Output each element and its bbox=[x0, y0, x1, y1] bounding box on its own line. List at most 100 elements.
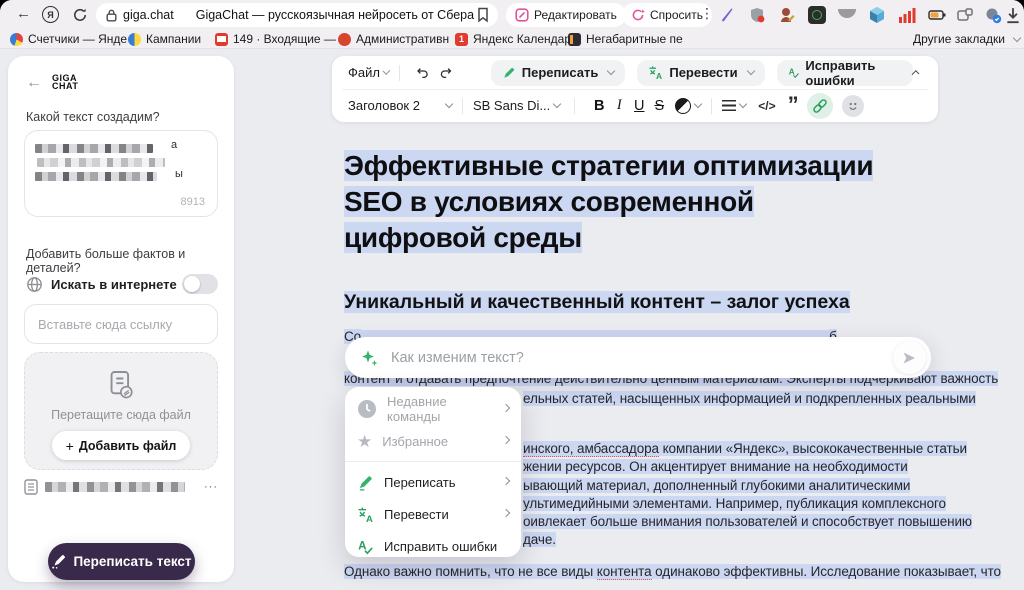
rewrite-button[interactable]: Переписать bbox=[491, 60, 626, 86]
menu-item-translate[interactable]: A Перевести bbox=[345, 498, 521, 530]
paragraph-line: оивлекает больше внимания пользователей … bbox=[523, 514, 972, 529]
globe-icon bbox=[26, 276, 43, 293]
paragraph-line: ывающий материал, дополненный глубокими … bbox=[523, 478, 910, 493]
strikethrough-button[interactable]: S bbox=[649, 98, 669, 114]
chevron-down-icon bbox=[445, 100, 453, 108]
bookmark-calendar[interactable]: 1Яндекс Календар bbox=[455, 32, 571, 46]
yandex-browser-icon[interactable]: Я bbox=[42, 6, 59, 23]
browser-toolbar: ← Я giga.chat GigaChat — русскоязычная н… bbox=[0, 0, 1024, 30]
chevron-right-icon bbox=[502, 403, 510, 411]
paragraph-line: Однако важно помнить, что не все виды ко… bbox=[344, 564, 1001, 579]
back-icon[interactable]: ← bbox=[16, 6, 31, 21]
translate-button[interactable]: A Перевести bbox=[637, 60, 764, 86]
link-input[interactable] bbox=[24, 304, 218, 344]
font-select[interactable]: SB Sans Di... bbox=[473, 98, 550, 113]
file-more-icon[interactable]: ··· bbox=[204, 481, 218, 493]
menu-item-rewrite[interactable]: Переписать bbox=[345, 466, 521, 498]
refresh-icon[interactable] bbox=[72, 7, 88, 23]
send-button[interactable] bbox=[893, 341, 926, 374]
fix-errors-button[interactable]: A Исправить ошибки bbox=[777, 60, 913, 86]
document-title: Эффективные стратегии оптимизации SEO в … bbox=[344, 148, 879, 256]
ask-button[interactable]: Спросить bbox=[622, 3, 712, 27]
more-menu-icon[interactable]: ⋮ bbox=[700, 5, 714, 22]
translate-icon: A bbox=[648, 65, 663, 80]
web-search-toggle[interactable] bbox=[182, 274, 218, 294]
add-file-button[interactable]: + Добавить файл bbox=[52, 431, 191, 460]
star-icon: ★ bbox=[357, 433, 372, 450]
chevron-right-icon bbox=[502, 476, 510, 484]
bookmark-metrika[interactable]: Счетчики — Янде bbox=[10, 32, 127, 46]
emoji-button[interactable] bbox=[842, 95, 864, 117]
underline-button[interactable]: U bbox=[629, 98, 649, 114]
menu-item-favorites[interactable]: ★ Избранное bbox=[345, 425, 521, 457]
edit-page-label: Редактировать bbox=[534, 8, 617, 22]
rewrite-text-button[interactable]: Переписать текст bbox=[48, 543, 195, 580]
metrika-favicon bbox=[10, 33, 23, 46]
chevron-down-icon bbox=[607, 67, 615, 75]
menu-item-recent[interactable]: Недавние команды bbox=[345, 393, 521, 425]
link-icon bbox=[812, 98, 828, 114]
paragraph-style-select[interactable]: Заголовок 2 bbox=[348, 98, 420, 113]
bookmark-icon[interactable] bbox=[476, 7, 490, 23]
code-button[interactable]: </> bbox=[758, 99, 775, 113]
other-bookmarks[interactable]: Другие закладки bbox=[913, 32, 1020, 46]
extension-dark-badge-icon[interactable] bbox=[808, 6, 826, 24]
sidebar: ← GIGACHAT Какой текст создадим? а ы 891… bbox=[8, 56, 234, 582]
edit-page-button[interactable]: Редактировать bbox=[506, 3, 626, 27]
web-search-row: Искать в интернете bbox=[26, 274, 218, 294]
paragraph-line: жении ресурсов. Он акцентирует внимание … bbox=[523, 459, 908, 474]
italic-button[interactable]: I bbox=[609, 97, 629, 114]
redo-icon[interactable] bbox=[439, 65, 453, 81]
edit-icon bbox=[515, 8, 529, 22]
editor-toolbar: Файл Переписать A Перевести A Исправить … bbox=[332, 56, 938, 122]
redacted-text bbox=[37, 158, 165, 167]
file-dropzone[interactable]: Перетащите сюда файл + Добавить файл bbox=[24, 352, 218, 470]
extension-gear-check-icon[interactable] bbox=[984, 6, 1002, 24]
direct-favicon bbox=[128, 33, 141, 46]
highlight-color-button[interactable] bbox=[675, 98, 691, 114]
undo-icon[interactable] bbox=[416, 65, 430, 81]
bookmark-inbox[interactable]: 149 · Входящие — bbox=[215, 32, 336, 46]
extension-tag-icon[interactable] bbox=[956, 6, 974, 24]
file-menu[interactable]: Файл bbox=[348, 65, 380, 80]
send-arrow-icon bbox=[902, 351, 917, 365]
command-input[interactable] bbox=[389, 349, 893, 367]
bookmark-oversized[interactable]: Негабаритные пе bbox=[568, 32, 683, 46]
magic-pen-icon bbox=[51, 554, 66, 569]
address-bar[interactable]: giga.chat GigaChat — русскоязычная нейро… bbox=[96, 3, 498, 27]
quote-button[interactable]: ” bbox=[788, 100, 799, 112]
redacted-text bbox=[35, 144, 153, 153]
bookmark-admin[interactable]: Административн bbox=[338, 32, 449, 46]
extension-battery-icon[interactable] bbox=[928, 6, 946, 24]
smiley-icon bbox=[846, 99, 860, 113]
redacted-text bbox=[35, 172, 157, 181]
admin-favicon bbox=[338, 33, 351, 46]
sidebar-back-icon[interactable]: ← bbox=[26, 74, 42, 92]
extension-avatar-pencil-icon[interactable] bbox=[778, 6, 796, 24]
facts-label: Добавить больше фактов и деталей? bbox=[26, 247, 234, 275]
chevron-down-icon bbox=[1013, 33, 1021, 41]
clock-icon bbox=[357, 399, 377, 419]
mail-favicon bbox=[215, 33, 228, 46]
bold-button[interactable]: B bbox=[589, 98, 609, 114]
extension-purple-pen-icon[interactable] bbox=[718, 6, 736, 24]
extension-cube-icon[interactable] bbox=[868, 6, 886, 24]
extension-bowl-icon[interactable] bbox=[838, 9, 856, 18]
menu-item-fix-errors[interactable]: A Исправить ошибки bbox=[345, 530, 521, 562]
sparkle-icon bbox=[361, 349, 379, 367]
char-counter: 8913 bbox=[181, 196, 205, 208]
web-search-label: Искать в интернете bbox=[51, 277, 182, 292]
attached-file-row[interactable]: ··· bbox=[24, 479, 218, 495]
link-button[interactable] bbox=[807, 93, 833, 119]
document-subtitle: Уникальный и качественный контент – зало… bbox=[344, 291, 850, 314]
download-icon[interactable] bbox=[1004, 7, 1022, 25]
chevron-down-icon bbox=[746, 67, 754, 75]
extension-bars-icon[interactable] bbox=[898, 6, 916, 24]
prompt-textarea[interactable]: а ы 8913 bbox=[24, 130, 218, 217]
plus-icon: + bbox=[66, 438, 74, 454]
list-button[interactable] bbox=[722, 100, 736, 111]
bookmark-campaigns[interactable]: Кампании bbox=[128, 32, 201, 46]
extension-shield-icon[interactable] bbox=[748, 6, 766, 24]
paragraph-line: ельных статей, насыщенных информацией и … bbox=[523, 391, 976, 406]
ask-label: Спросить bbox=[650, 8, 703, 22]
